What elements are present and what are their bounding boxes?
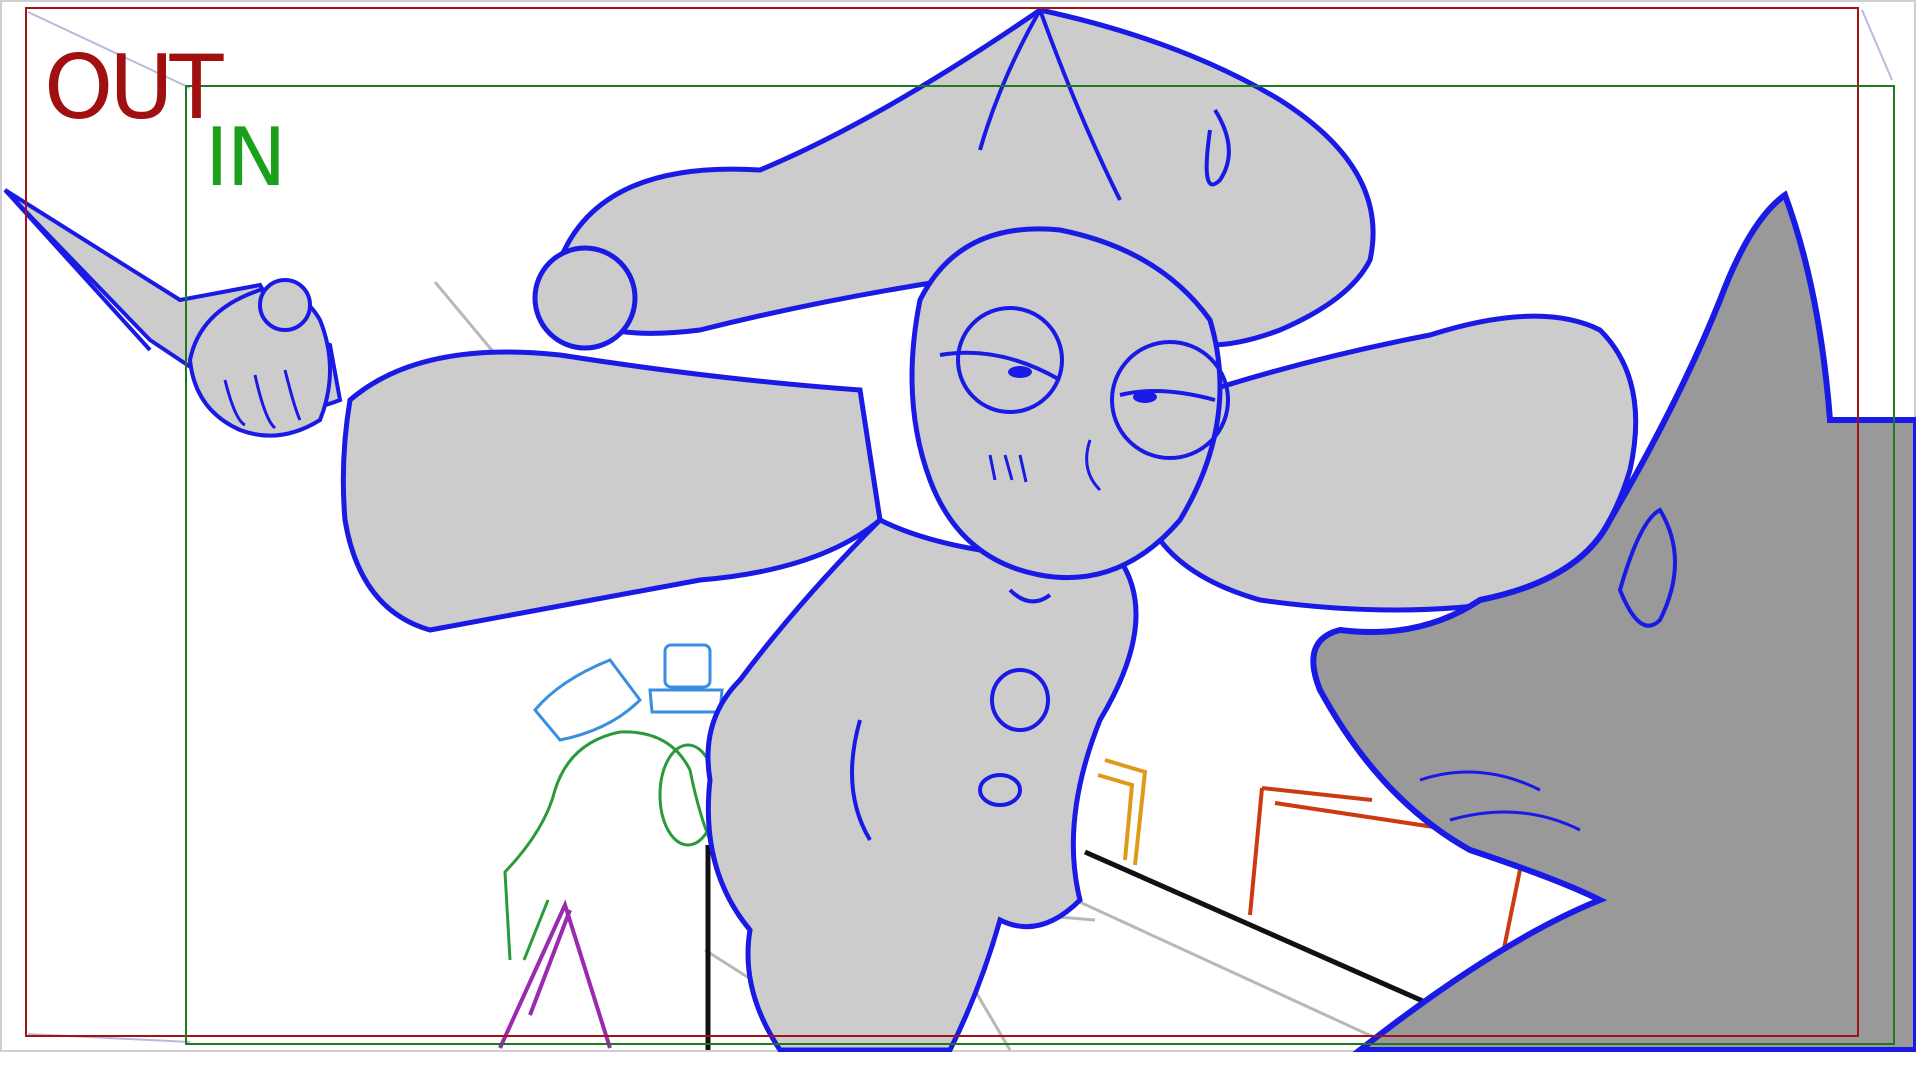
dog-character <box>1310 190 1916 1053</box>
background-figure <box>503 730 718 961</box>
background-hats <box>533 643 724 742</box>
storyboard-canvas: OUT IN <box>0 0 1916 1078</box>
orange-crate <box>1097 758 1148 866</box>
canvas-bottom-margin <box>0 1052 1916 1078</box>
out-frame-label: OUT <box>44 36 223 139</box>
in-frame-label: IN <box>205 111 286 204</box>
background-cone <box>498 899 612 1049</box>
storyboard-sketch <box>0 0 1916 1053</box>
